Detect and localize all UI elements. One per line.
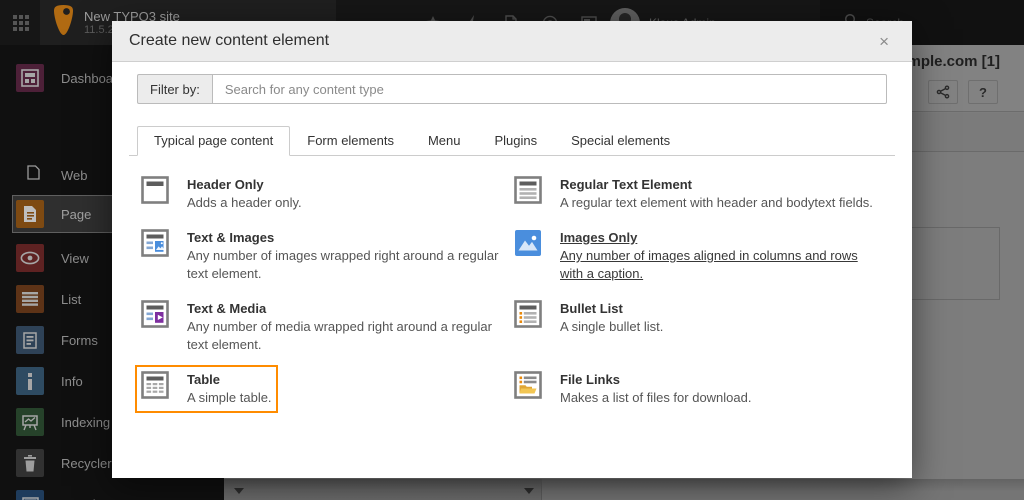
tab-plugins[interactable]: Plugins: [477, 126, 554, 156]
recycler-trash-icon: [16, 449, 44, 477]
content-element-file-links[interactable]: File Links Makes a list of files for dow…: [514, 371, 751, 407]
tab-special-elements[interactable]: Special elements: [554, 126, 687, 156]
content-element-title: Regular Text Element: [560, 176, 873, 194]
content-element-title: Table: [187, 371, 272, 389]
typo3-logo-icon: [53, 4, 74, 41]
content-element-title: Bullet List: [560, 300, 663, 318]
content-element-description: Any number of images aligned in columns …: [560, 247, 884, 283]
close-icon[interactable]: ×: [873, 31, 895, 52]
docheader-buttons: ?: [928, 80, 998, 104]
bullet-list-icon: [514, 300, 542, 328]
bottom-dropdown-bar: [224, 479, 1024, 500]
typo3-backend: example.com [1] ?: [0, 0, 1024, 500]
header-only-icon: [141, 176, 169, 204]
help-button[interactable]: ?: [968, 80, 998, 104]
content-element-description: Adds a header only.: [187, 194, 302, 212]
content-element-text-media[interactable]: Text & Media Any number of media wrapped…: [141, 300, 511, 354]
page-module-icon: [16, 200, 44, 228]
content-element-description: Any number of images wrapped right aroun…: [187, 247, 511, 283]
content-element-bullet-list[interactable]: Bullet List A single bullet list.: [514, 300, 663, 336]
sidebar-section-label: Web: [61, 168, 88, 183]
tab-typical-page-content[interactable]: Typical page content: [137, 126, 290, 156]
filter-by-label: Filter by:: [137, 74, 212, 104]
content-element-description: A simple table.: [187, 389, 272, 407]
view-module-icon: [16, 244, 44, 272]
modal-tabs: Typical page content Form elements Menu …: [129, 126, 895, 156]
list-module-icon: [16, 285, 44, 313]
web-section-icon: [27, 165, 40, 185]
content-element-text-images[interactable]: Text & Images Any number of images wrapp…: [141, 229, 511, 283]
text-media-icon: [141, 300, 169, 328]
sidebar-item-label: View: [61, 251, 89, 266]
sidebar-item-label: Template: [61, 497, 114, 500]
chevron-down-icon[interactable]: [234, 488, 244, 494]
content-element-description: Makes a list of files for download.: [560, 389, 751, 407]
indexing-module-icon: [16, 408, 44, 436]
regular-text-icon: [514, 176, 542, 204]
content-element-title: Text & Images: [187, 229, 511, 247]
filter-group: Filter by:: [137, 74, 887, 104]
table-icon: [141, 371, 169, 399]
content-element-grid: Header Only Adds a header only. Regular …: [137, 156, 887, 407]
file-links-icon: [514, 371, 542, 399]
sidebar-item-label: Page: [61, 207, 91, 222]
tab-form-elements[interactable]: Form elements: [290, 126, 411, 156]
sidebar-item-label: Forms: [61, 333, 98, 348]
sidebar-item-label: Indexing: [61, 415, 110, 430]
info-module-icon: [16, 367, 44, 395]
content-element-description: A regular text element with header and b…: [560, 194, 873, 212]
content-element-header-only[interactable]: Header Only Adds a header only.: [141, 176, 302, 212]
template-module-icon: [16, 490, 44, 500]
content-element-title: Text & Media: [187, 300, 511, 318]
forms-module-icon: [16, 326, 44, 354]
chevron-down-icon[interactable]: [524, 488, 534, 494]
dashboard-icon: [16, 64, 44, 92]
share-button[interactable]: [928, 80, 958, 104]
content-element-title: File Links: [560, 371, 751, 389]
content-element-title: Images Only: [560, 229, 884, 247]
content-element-description: A single bullet list.: [560, 318, 663, 336]
modal-title: Create new content element: [129, 32, 873, 50]
sidebar-item-template[interactable]: Template: [0, 483, 224, 500]
sidebar-item-label: List: [61, 292, 81, 307]
content-element-title: Header Only: [187, 176, 302, 194]
sidebar-item-label: Recycler: [61, 456, 112, 471]
content-element-regular-text[interactable]: Regular Text Element A regular text elem…: [514, 176, 873, 212]
content-type-search-input[interactable]: [212, 74, 887, 104]
modal-header: Create new content element ×: [112, 21, 912, 62]
bottom-bar-right: [542, 479, 1024, 500]
modules-grid-icon[interactable]: [10, 12, 32, 34]
text-images-icon: [141, 229, 169, 257]
images-only-icon: [514, 229, 542, 257]
create-content-element-modal: Create new content element × Filter by: …: [112, 21, 912, 478]
content-element-images-only[interactable]: Images Only Any number of images aligned…: [514, 229, 884, 283]
share-icon: [936, 85, 950, 99]
content-element-table[interactable]: Table A simple table.: [141, 371, 272, 407]
tab-menu[interactable]: Menu: [411, 126, 478, 156]
content-element-description: Any number of media wrapped right around…: [187, 318, 511, 354]
sidebar-item-label: Info: [61, 374, 83, 389]
